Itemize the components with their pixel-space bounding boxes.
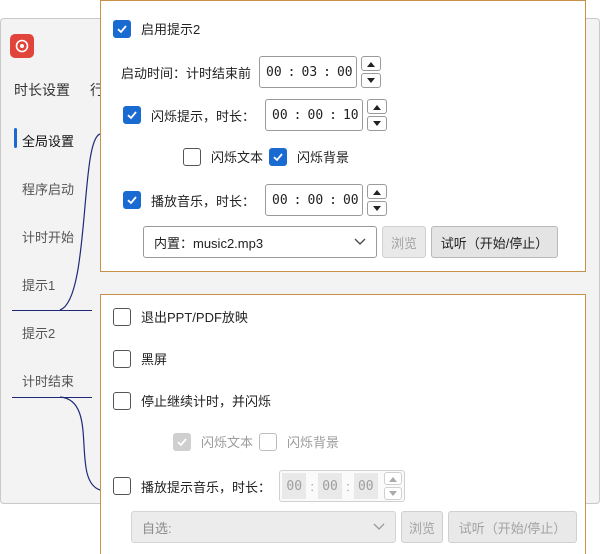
start-time-input[interactable]: 00: 03: 00 [259, 56, 358, 88]
timer-end-underline [12, 397, 92, 398]
sidebar-item-program-start[interactable]: 程序启动 [22, 179, 74, 198]
flash-prompt-checkbox[interactable] [123, 106, 141, 124]
chevron-up-icon[interactable] [361, 56, 382, 71]
sidebar-item-global[interactable]: 全局设置 [22, 131, 74, 150]
browse-button-disabled[interactable]: 浏览 [401, 511, 443, 543]
checkbox-checked-icon [113, 19, 131, 38]
chevron-up-icon[interactable] [384, 472, 403, 485]
flash-background-checkbox-disabled[interactable] [259, 432, 278, 451]
play-prompt-music-label: 播放提示音乐，时长： [141, 479, 272, 495]
browse-button[interactable]: 浏览 [382, 226, 426, 258]
flash-prompt-label: 闪烁提示，时长： [151, 108, 256, 124]
flash-background-checkbox[interactable] [269, 147, 288, 166]
chevron-down-icon[interactable] [361, 73, 382, 88]
sidebar-item-timer-start[interactable]: 计时开始 [22, 227, 74, 246]
sidebar-item-prompt1[interactable]: 提示1 [22, 275, 55, 294]
black-screen-checkbox[interactable]: 黑屏 [113, 349, 167, 368]
start-time-label: 启动时间：计时结束前 [121, 65, 252, 81]
start-time-spinner [361, 56, 382, 88]
chevron-down-icon [354, 238, 366, 245]
music-duration-spinner [367, 184, 388, 216]
prompt-music-file-select[interactable]: 自选: [131, 511, 396, 543]
tab-duration-settings[interactable]: 时长设置 [14, 80, 70, 100]
stop-continue-checkbox[interactable]: 停止继续计时，并闪烁 [113, 391, 271, 410]
chevron-down-icon [373, 523, 385, 530]
preview-button-disabled[interactable]: 试听（开始/停止） [448, 511, 577, 543]
app-logo-icon [10, 34, 34, 58]
flash-text-checkbox[interactable] [183, 147, 201, 166]
play-music-label: 播放音乐，时长： [151, 193, 256, 209]
chevron-down-icon[interactable] [367, 116, 388, 131]
music-duration-input[interactable]: 00: 00: 00 [265, 184, 364, 216]
flash-background-label: 闪烁背景 [297, 150, 350, 165]
prompt2-underline [12, 310, 92, 311]
play-music-checkbox[interactable] [123, 191, 141, 209]
flash-background-label: 闪烁背景 [287, 435, 340, 450]
flash-duration-spinner [367, 99, 388, 131]
exit-ppt-checkbox[interactable]: 退出PPT/PDF放映 [113, 307, 248, 326]
prompt-music-spinner [384, 472, 403, 500]
music-file-select[interactable]: 内置：music2.mp3 [143, 226, 377, 258]
chevron-down-icon[interactable] [367, 201, 388, 216]
flash-text-label: 闪烁文本 [211, 150, 264, 165]
chevron-up-icon[interactable] [367, 99, 388, 114]
flash-text-checkbox-disabled[interactable] [173, 432, 191, 451]
sidebar-item-prompt2[interactable]: 提示2 [22, 323, 55, 342]
enable-prompt2-checkbox[interactable]: 启用提示2 [113, 19, 200, 38]
chevron-up-icon[interactable] [367, 184, 388, 199]
sidebar-active-indicator [14, 128, 17, 148]
prompt-music-duration-input[interactable]: 00 : 00 : 00 [279, 470, 406, 502]
play-prompt-music-checkbox[interactable] [113, 477, 131, 495]
flash-duration-input[interactable]: 00: 00: 10 [265, 99, 364, 131]
timer-end-settings-panel: 退出PPT/PDF放映 黑屏 停止继续计时，并闪烁 闪烁文本 闪烁背景 播放提示… [100, 294, 586, 554]
chevron-down-icon[interactable] [384, 487, 403, 500]
flash-text-label: 闪烁文本 [201, 435, 254, 450]
preview-button[interactable]: 试听（开始/停止） [431, 226, 558, 258]
prompt2-settings-panel: 启用提示2 启动时间：计时结束前 00: 03: 00 闪烁提示，时长： 00:… [100, 0, 586, 272]
sidebar-item-timer-end[interactable]: 计时结束 [22, 371, 74, 390]
